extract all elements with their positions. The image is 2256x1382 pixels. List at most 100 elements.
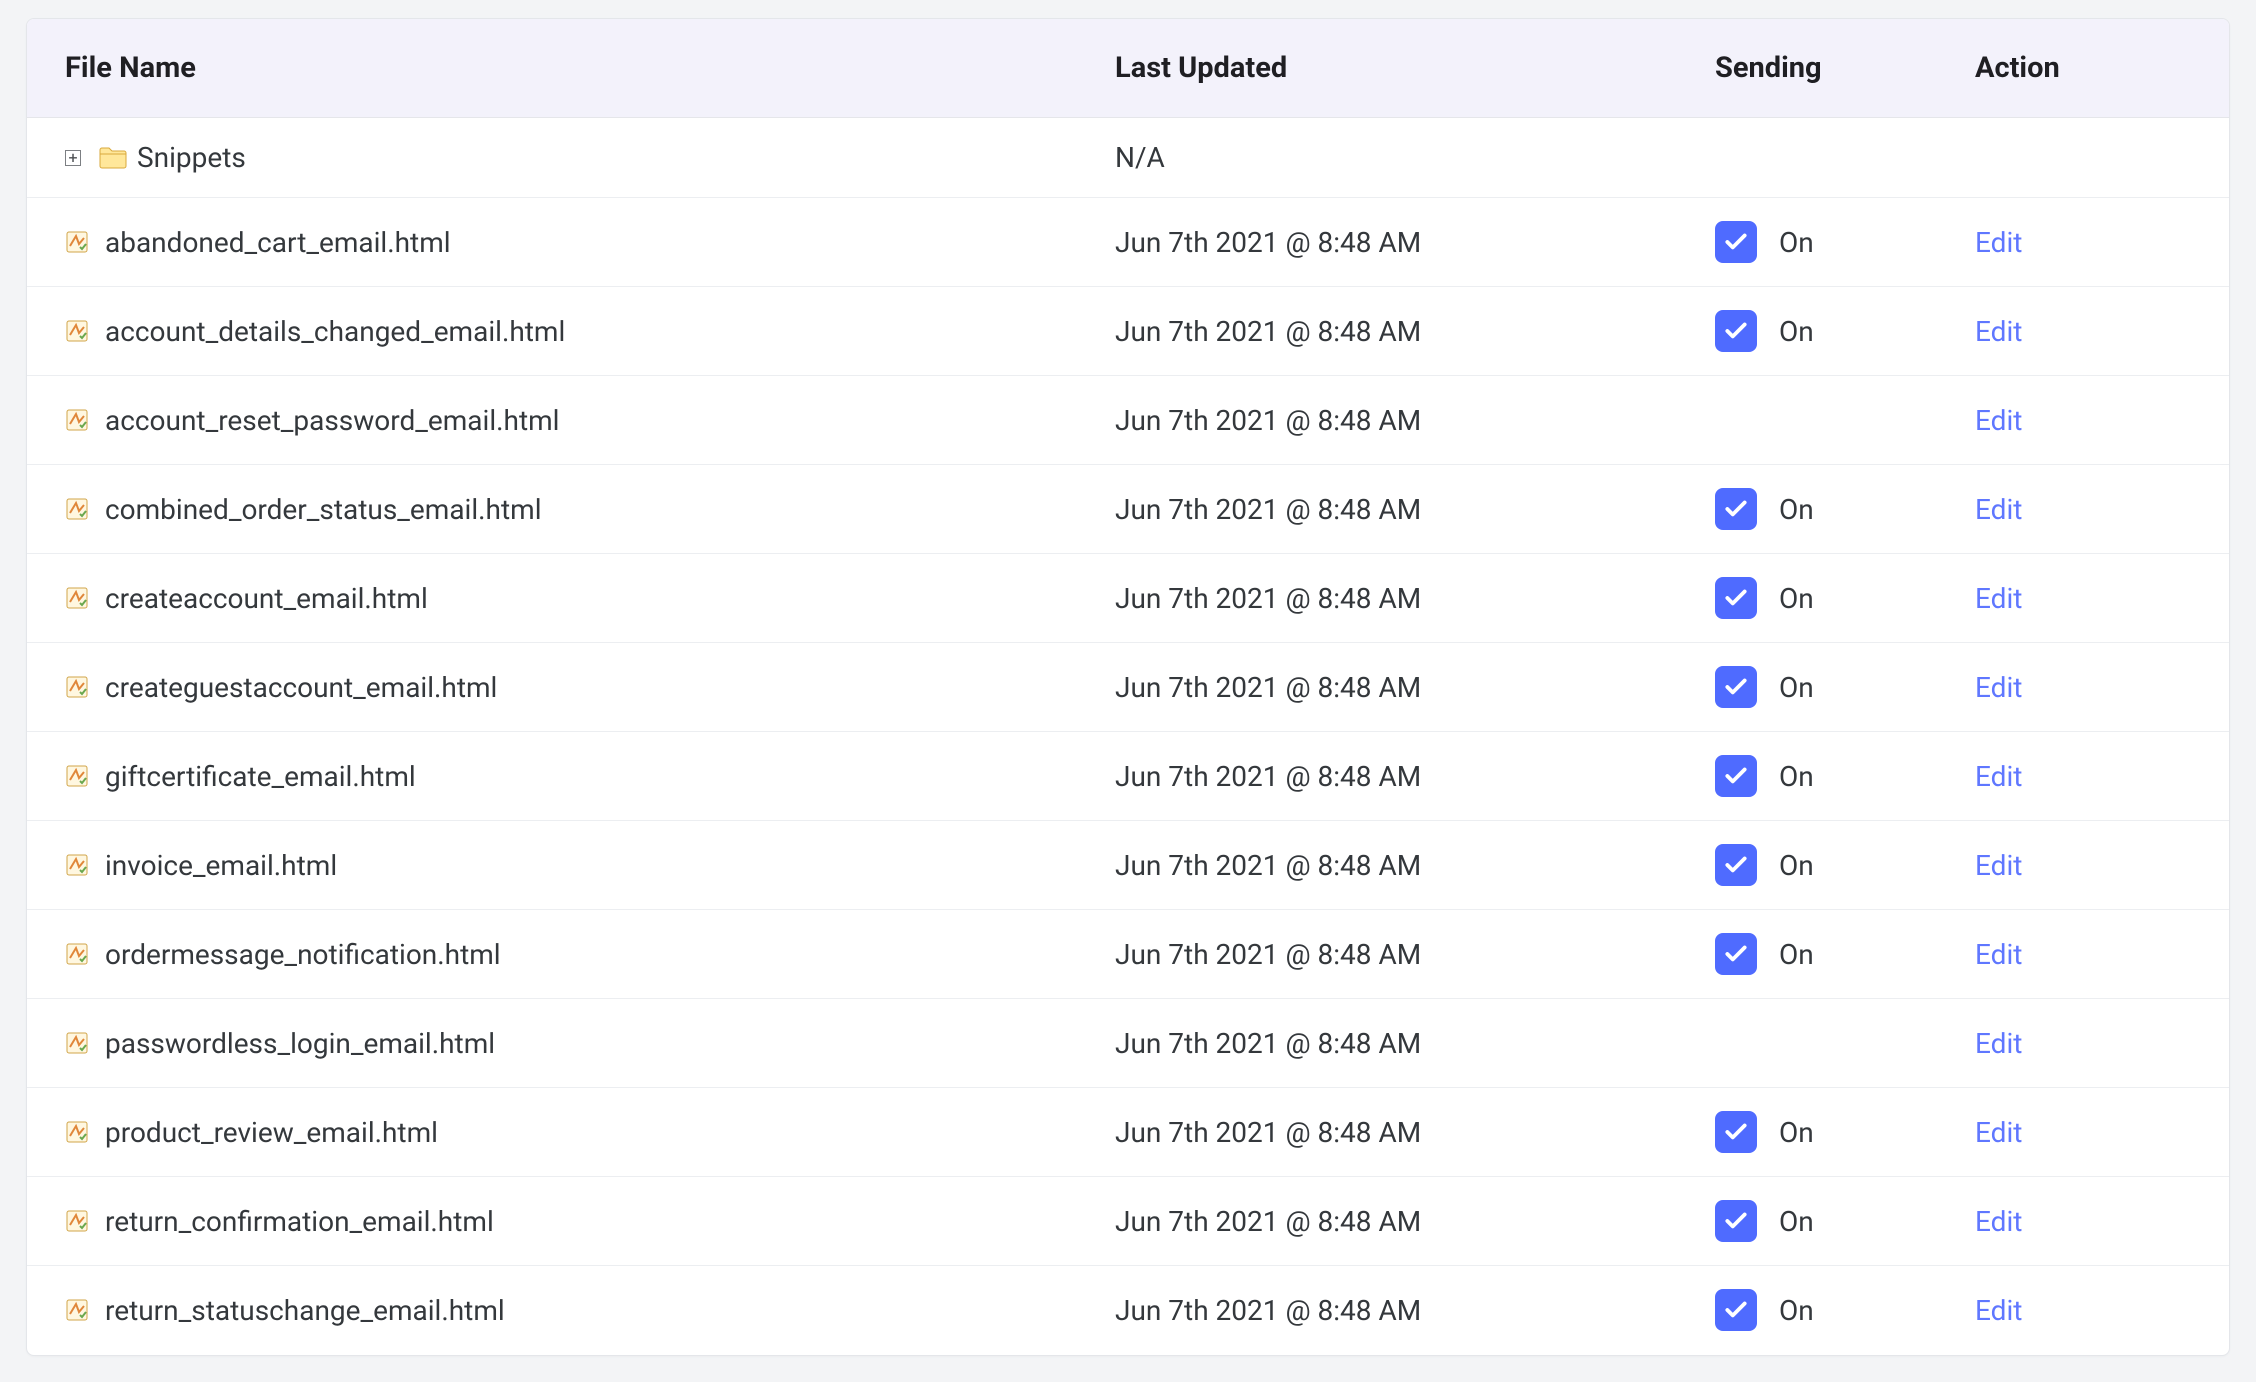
html-file-icon <box>65 1031 89 1055</box>
file-name[interactable]: return_confirmation_email.html <box>105 1205 494 1238</box>
check-icon <box>1723 1119 1749 1145</box>
table-row: abandoned_cart_email.html Jun 7th 2021 @ … <box>27 198 2230 287</box>
edit-link[interactable]: Edit <box>1975 938 2022 971</box>
file-name[interactable]: ordermessage_notification.html <box>105 938 501 971</box>
sending-checkbox[interactable] <box>1715 1289 1757 1331</box>
sending-label: On <box>1779 493 1814 526</box>
file-name[interactable]: giftcertificate_email.html <box>105 760 416 793</box>
file-name[interactable]: createaccount_email.html <box>105 582 428 615</box>
html-file-icon <box>65 586 89 610</box>
check-icon <box>1723 674 1749 700</box>
sending-label: On <box>1779 938 1814 971</box>
col-header-file-name[interactable]: File Name <box>27 19 1077 118</box>
folder-name[interactable]: Snippets <box>137 141 246 174</box>
check-icon <box>1723 496 1749 522</box>
sending-label: On <box>1779 1205 1814 1238</box>
table-row: createaccount_email.html Jun 7th 2021 @ 8… <box>27 554 2230 643</box>
html-file-icon <box>65 764 89 788</box>
html-file-icon <box>65 1298 89 1322</box>
last-updated: Jun 7th 2021 @ 8:48 AM <box>1115 404 1421 437</box>
table-row: createguestaccount_email.html Jun 7th 202… <box>27 643 2230 732</box>
sending-label: On <box>1779 671 1814 704</box>
sending-checkbox[interactable] <box>1715 1200 1757 1242</box>
file-name[interactable]: return_statuschange_email.html <box>105 1294 505 1327</box>
check-icon <box>1723 1208 1749 1234</box>
sending-label: On <box>1779 849 1814 882</box>
edit-link[interactable]: Edit <box>1975 226 2022 259</box>
col-header-sending[interactable]: Sending <box>1677 19 1937 118</box>
sending-checkbox[interactable] <box>1715 221 1757 263</box>
file-name[interactable]: passwordless_login_email.html <box>105 1027 495 1060</box>
edit-link[interactable]: Edit <box>1975 404 2022 437</box>
check-icon <box>1723 763 1749 789</box>
edit-link[interactable]: Edit <box>1975 1205 2022 1238</box>
edit-link[interactable]: Edit <box>1975 671 2022 704</box>
file-name[interactable]: createguestaccount_email.html <box>105 671 497 704</box>
last-updated: Jun 7th 2021 @ 8:48 AM <box>1115 226 1421 259</box>
check-icon <box>1723 229 1749 255</box>
sending-label: On <box>1779 760 1814 793</box>
edit-link[interactable]: Edit <box>1975 1294 2022 1327</box>
edit-link[interactable]: Edit <box>1975 493 2022 526</box>
html-file-icon <box>65 675 89 699</box>
edit-link[interactable]: Edit <box>1975 315 2022 348</box>
check-icon <box>1723 1297 1749 1323</box>
file-name[interactable]: abandoned_cart_email.html <box>105 226 451 259</box>
table-row: product_review_email.htmlJun 7th 2021 @ … <box>27 1088 2230 1177</box>
table-row: combined_order_status_email.html Jun 7th … <box>27 465 2230 554</box>
table-header-row: File Name Last Updated Sending Action <box>27 19 2230 118</box>
html-file-icon <box>65 1120 89 1144</box>
html-file-icon <box>65 942 89 966</box>
check-icon <box>1723 585 1749 611</box>
last-updated: Jun 7th 2021 @ 8:48 AM <box>1115 1294 1421 1327</box>
edit-link[interactable]: Edit <box>1975 582 2022 615</box>
last-updated: Jun 7th 2021 @ 8:48 AM <box>1115 582 1421 615</box>
sending-checkbox[interactable] <box>1715 488 1757 530</box>
table-row: giftcertificate_email.html Jun 7th 2021 @… <box>27 732 2230 821</box>
html-file-icon <box>65 408 89 432</box>
file-name[interactable]: account_details_changed_email.html <box>105 315 565 348</box>
file-name[interactable]: account_reset_password_email.html <box>105 404 559 437</box>
last-updated: Jun 7th 2021 @ 8:48 AM <box>1115 1027 1421 1060</box>
sending-checkbox[interactable] <box>1715 844 1757 886</box>
last-updated: Jun 7th 2021 @ 8:48 AM <box>1115 1205 1421 1238</box>
sending-checkbox[interactable] <box>1715 933 1757 975</box>
file-name[interactable]: invoice_email.html <box>105 849 337 882</box>
check-icon <box>1723 941 1749 967</box>
last-updated: Jun 7th 2021 @ 8:48 AM <box>1115 671 1421 704</box>
edit-link[interactable]: Edit <box>1975 1116 2022 1149</box>
html-file-icon <box>65 497 89 521</box>
last-updated: Jun 7th 2021 @ 8:48 AM <box>1115 849 1421 882</box>
sending-label: On <box>1779 315 1814 348</box>
sending-checkbox[interactable] <box>1715 666 1757 708</box>
col-header-last-updated[interactable]: Last Updated <box>1077 19 1677 118</box>
last-updated: Jun 7th 2021 @ 8:48 AM <box>1115 315 1421 348</box>
table-row: ordermessage_notification.html Jun 7th 20… <box>27 910 2230 999</box>
file-name[interactable]: product_review_email.html <box>105 1116 438 1149</box>
sending-label: On <box>1779 1294 1814 1327</box>
sending-checkbox[interactable] <box>1715 755 1757 797</box>
table-row: return_confirmation_email.html Jun 7th 20… <box>27 1177 2230 1266</box>
last-updated: Jun 7th 2021 @ 8:48 AM <box>1115 760 1421 793</box>
file-name[interactable]: combined_order_status_email.html <box>105 493 542 526</box>
col-header-action: Action <box>1937 19 2230 118</box>
edit-link[interactable]: Edit <box>1975 760 2022 793</box>
last-updated: N/A <box>1115 141 1165 174</box>
edit-link[interactable]: Edit <box>1975 1027 2022 1060</box>
sending-checkbox[interactable] <box>1715 577 1757 619</box>
sending-label: On <box>1779 582 1814 615</box>
last-updated: Jun 7th 2021 @ 8:48 AM <box>1115 938 1421 971</box>
table-row: account_reset_password_email.html Jun 7th… <box>27 376 2230 465</box>
html-file-icon <box>65 319 89 343</box>
sending-checkbox[interactable] <box>1715 310 1757 352</box>
html-file-icon <box>65 1209 89 1233</box>
sending-label: On <box>1779 1116 1814 1149</box>
edit-link[interactable]: Edit <box>1975 849 2022 882</box>
check-icon <box>1723 318 1749 344</box>
sending-label: On <box>1779 226 1814 259</box>
sending-checkbox[interactable] <box>1715 1111 1757 1153</box>
last-updated: Jun 7th 2021 @ 8:48 AM <box>1115 493 1421 526</box>
expand-icon[interactable]: + <box>65 150 81 166</box>
folder-icon <box>99 147 127 169</box>
check-icon <box>1723 852 1749 878</box>
